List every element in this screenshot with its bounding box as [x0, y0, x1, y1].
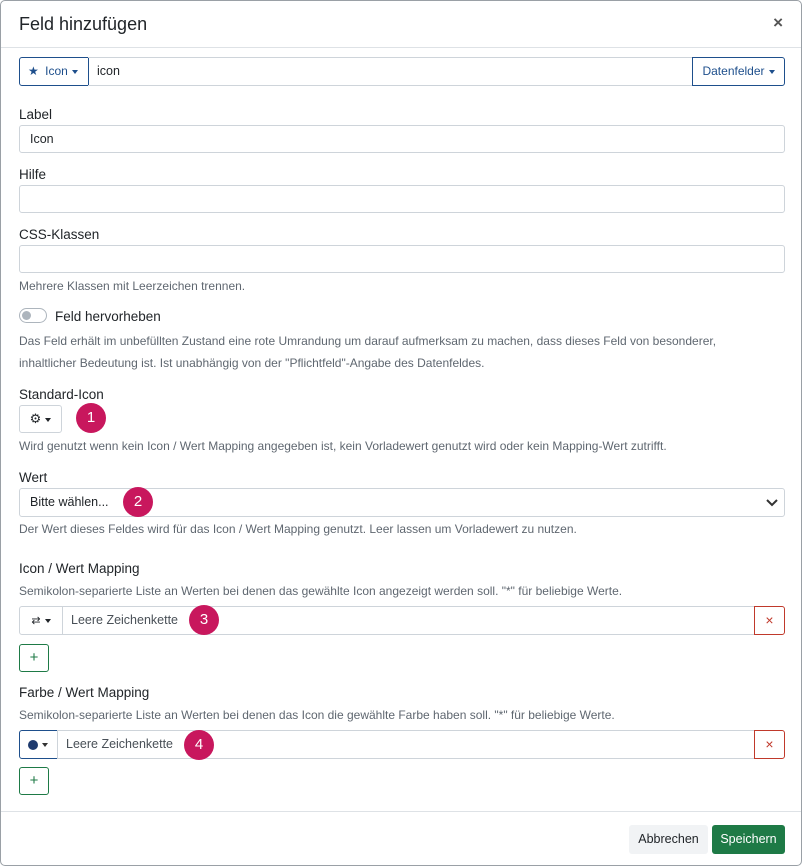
icon-mapping-help: Semikolon-separierte Liste an Werten bei…	[19, 584, 623, 598]
highlight-label: Feld hervorheben	[55, 309, 161, 324]
field-name-value: icon	[97, 64, 120, 78]
mapping-color-picker[interactable]	[19, 730, 58, 759]
chevron-down-icon	[42, 742, 48, 747]
value-label: Wert	[19, 470, 48, 485]
value-help: Der Wert dieses Feldes wird für das Icon…	[19, 522, 577, 536]
color-mapping-placeholder: Leere Zeichenkette	[66, 737, 174, 751]
help-field-label: Hilfe	[19, 167, 47, 182]
color-mapping-help: Semikolon-separierte Liste an Werten bei…	[19, 708, 615, 722]
swap-icon: ⇄	[31, 615, 41, 627]
color-mapping-input[interactable]: Leere Zeichenkette	[57, 730, 755, 759]
add-color-mapping-button[interactable]: +	[19, 767, 49, 795]
color-mapping-label: Farbe / Wert Mapping	[19, 685, 150, 700]
annotation-marker: 4	[184, 730, 214, 760]
dialog-header: Feld hinzufügen ×	[1, 1, 801, 48]
chevron-down-icon	[71, 69, 78, 74]
annotation-marker: 2	[123, 487, 153, 517]
cancel-button[interactable]: Abbrechen	[629, 825, 708, 854]
chevron-down-icon	[45, 417, 52, 422]
annotation-marker: 3	[189, 605, 219, 635]
standard-icon-picker[interactable]: ⚙	[19, 405, 62, 433]
value-select-current: Bitte wählen...	[30, 495, 109, 509]
label-input-value: Icon	[30, 132, 54, 146]
add-field-dialog: Feld hinzufügen × ★ Icon icon Datenfelde…	[0, 0, 802, 866]
icon-mapping-label: Icon / Wert Mapping	[19, 561, 140, 576]
field-name-input[interactable]: icon	[88, 57, 693, 86]
close-icon[interactable]: ×	[773, 13, 783, 33]
highlight-toggle[interactable]	[19, 308, 47, 323]
label-input[interactable]: Icon	[19, 125, 785, 153]
css-classes-input[interactable]	[19, 245, 785, 273]
icon-mapping-input[interactable]: Leere Zeichenkette	[62, 606, 755, 635]
annotation-marker: 1	[76, 403, 106, 433]
field-type-label: Icon	[45, 64, 68, 78]
chevron-down-icon	[44, 618, 51, 623]
mapping-icon-picker[interactable]: ⇄	[19, 606, 63, 635]
color-swatch-icon	[28, 739, 38, 750]
remove-icon-mapping-button[interactable]: ×	[754, 606, 785, 635]
highlight-help-line2: inhaltlicher Bedeutung ist. Ist unabhäng…	[19, 356, 485, 370]
gear-icon: ⚙	[29, 411, 42, 426]
standard-icon-help: Wird genutzt wenn kein Icon / Wert Mappi…	[19, 439, 667, 453]
standard-icon-label: Standard-Icon	[19, 387, 104, 402]
help-input[interactable]	[19, 185, 785, 213]
datafields-dropdown[interactable]: Datenfelder	[692, 57, 785, 86]
datafields-label: Datenfelder	[702, 64, 765, 78]
highlight-help-line1: Das Feld erhält im unbefüllten Zustand e…	[19, 334, 717, 348]
dialog-footer: Abbrechen Speichern	[1, 811, 801, 865]
css-classes-help: Mehrere Klassen mit Leerzeichen trennen.	[19, 279, 246, 293]
add-icon-mapping-button[interactable]: +	[19, 644, 49, 672]
chevron-down-icon	[768, 69, 775, 74]
label-field-label: Label	[19, 107, 53, 122]
chevron-down-icon	[766, 499, 778, 507]
remove-color-mapping-button[interactable]: ×	[754, 730, 785, 759]
icon-mapping-placeholder: Leere Zeichenkette	[71, 613, 179, 627]
dialog-title: Feld hinzufügen	[19, 14, 148, 34]
toggle-knob	[22, 311, 31, 320]
field-type-dropdown[interactable]: ★ Icon	[19, 57, 89, 86]
star-icon: ★	[28, 64, 39, 78]
save-button[interactable]: Speichern	[712, 825, 785, 854]
css-classes-label: CSS-Klassen	[19, 227, 100, 242]
